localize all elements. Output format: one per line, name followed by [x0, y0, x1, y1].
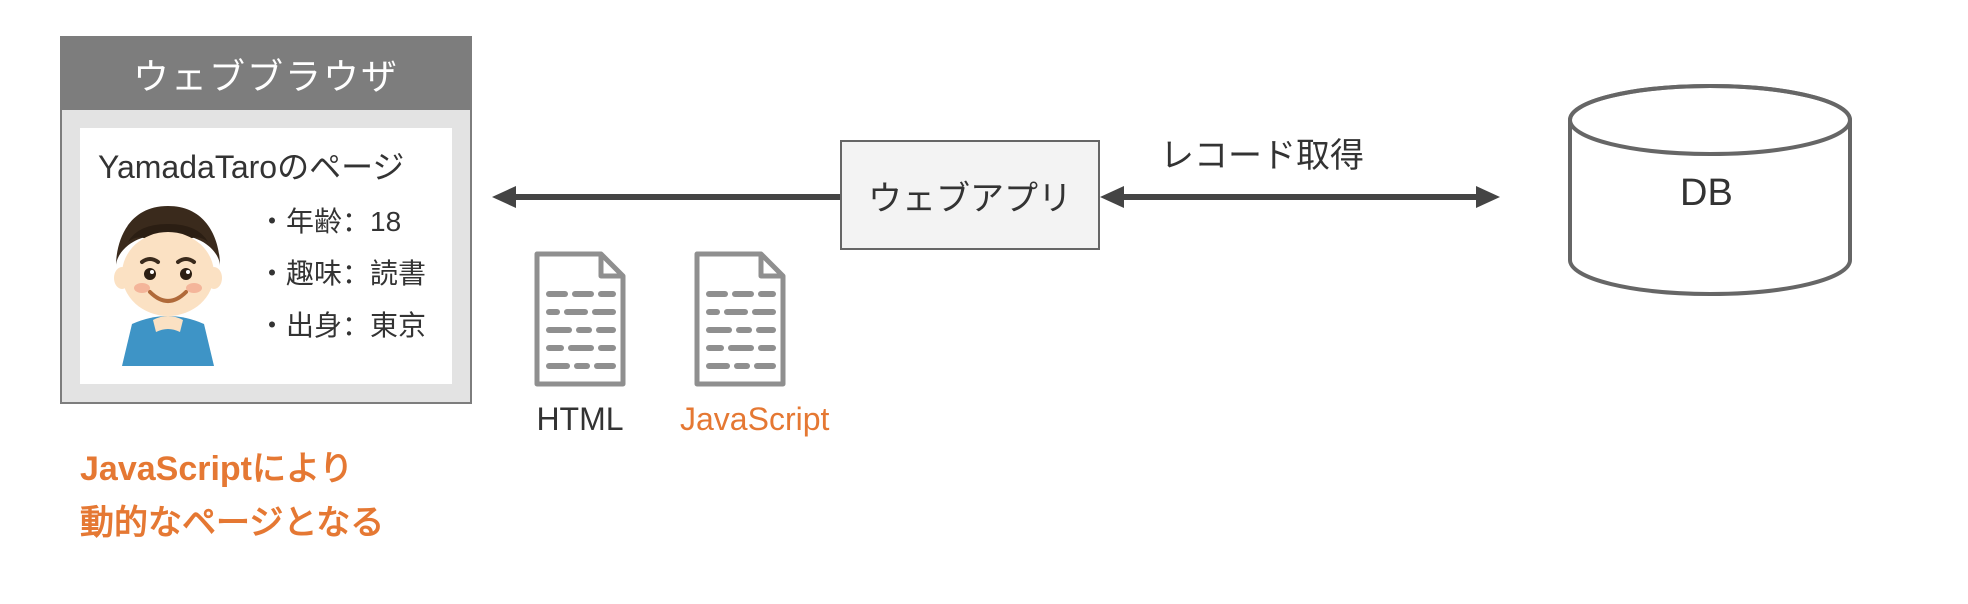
diagram-stage: ウェブブラウザ YamadaTaroのページ: [0, 0, 1968, 604]
age-label: ・年齢：: [258, 206, 370, 237]
html-file: HTML: [520, 250, 640, 438]
profile-hobby: ・趣味：読書: [258, 248, 426, 300]
boy-avatar-icon: [98, 196, 238, 366]
javascript-file-label: JavaScript: [680, 401, 800, 438]
webapp-label: ウェブアプリ: [868, 171, 1072, 220]
browser-title: ウェブブラウザ: [62, 38, 470, 110]
hobby-value: 読書: [370, 258, 426, 289]
webapp-box: ウェブアプリ: [840, 140, 1100, 250]
arrow-left-icon: [492, 182, 840, 212]
dynamic-page-caption: JavaScriptにより 動的なページとなる: [80, 442, 384, 551]
arrow-bidirectional-icon: [1100, 182, 1500, 212]
record-fetch-label: レコード取得: [1160, 128, 1364, 177]
web-browser-window: ウェブブラウザ YamadaTaroのページ: [60, 36, 472, 404]
db-label: DB: [1680, 172, 1733, 215]
profile-origin: ・出身：東京: [258, 300, 426, 352]
caption-line-1: JavaScriptにより: [80, 442, 384, 496]
profile-row: ・年齢：18 ・趣味：読書 ・出身：東京: [98, 196, 434, 366]
document-icon: [685, 250, 795, 390]
caption-line-2: 動的なページとなる: [80, 496, 384, 550]
document-icon: [525, 250, 635, 390]
age-value: 18: [370, 206, 401, 237]
origin-label: ・出身：: [258, 310, 370, 341]
page-title: YamadaTaroのページ: [98, 142, 434, 188]
profile-age: ・年齢：18: [258, 196, 426, 248]
javascript-file: JavaScript: [680, 250, 800, 438]
html-file-label: HTML: [520, 401, 640, 438]
origin-value: 東京: [370, 310, 426, 341]
hobby-label: ・趣味：: [258, 258, 370, 289]
profile-list: ・年齢：18 ・趣味：読書 ・出身：東京: [258, 196, 426, 351]
browser-content: YamadaTaroのページ: [80, 128, 452, 384]
